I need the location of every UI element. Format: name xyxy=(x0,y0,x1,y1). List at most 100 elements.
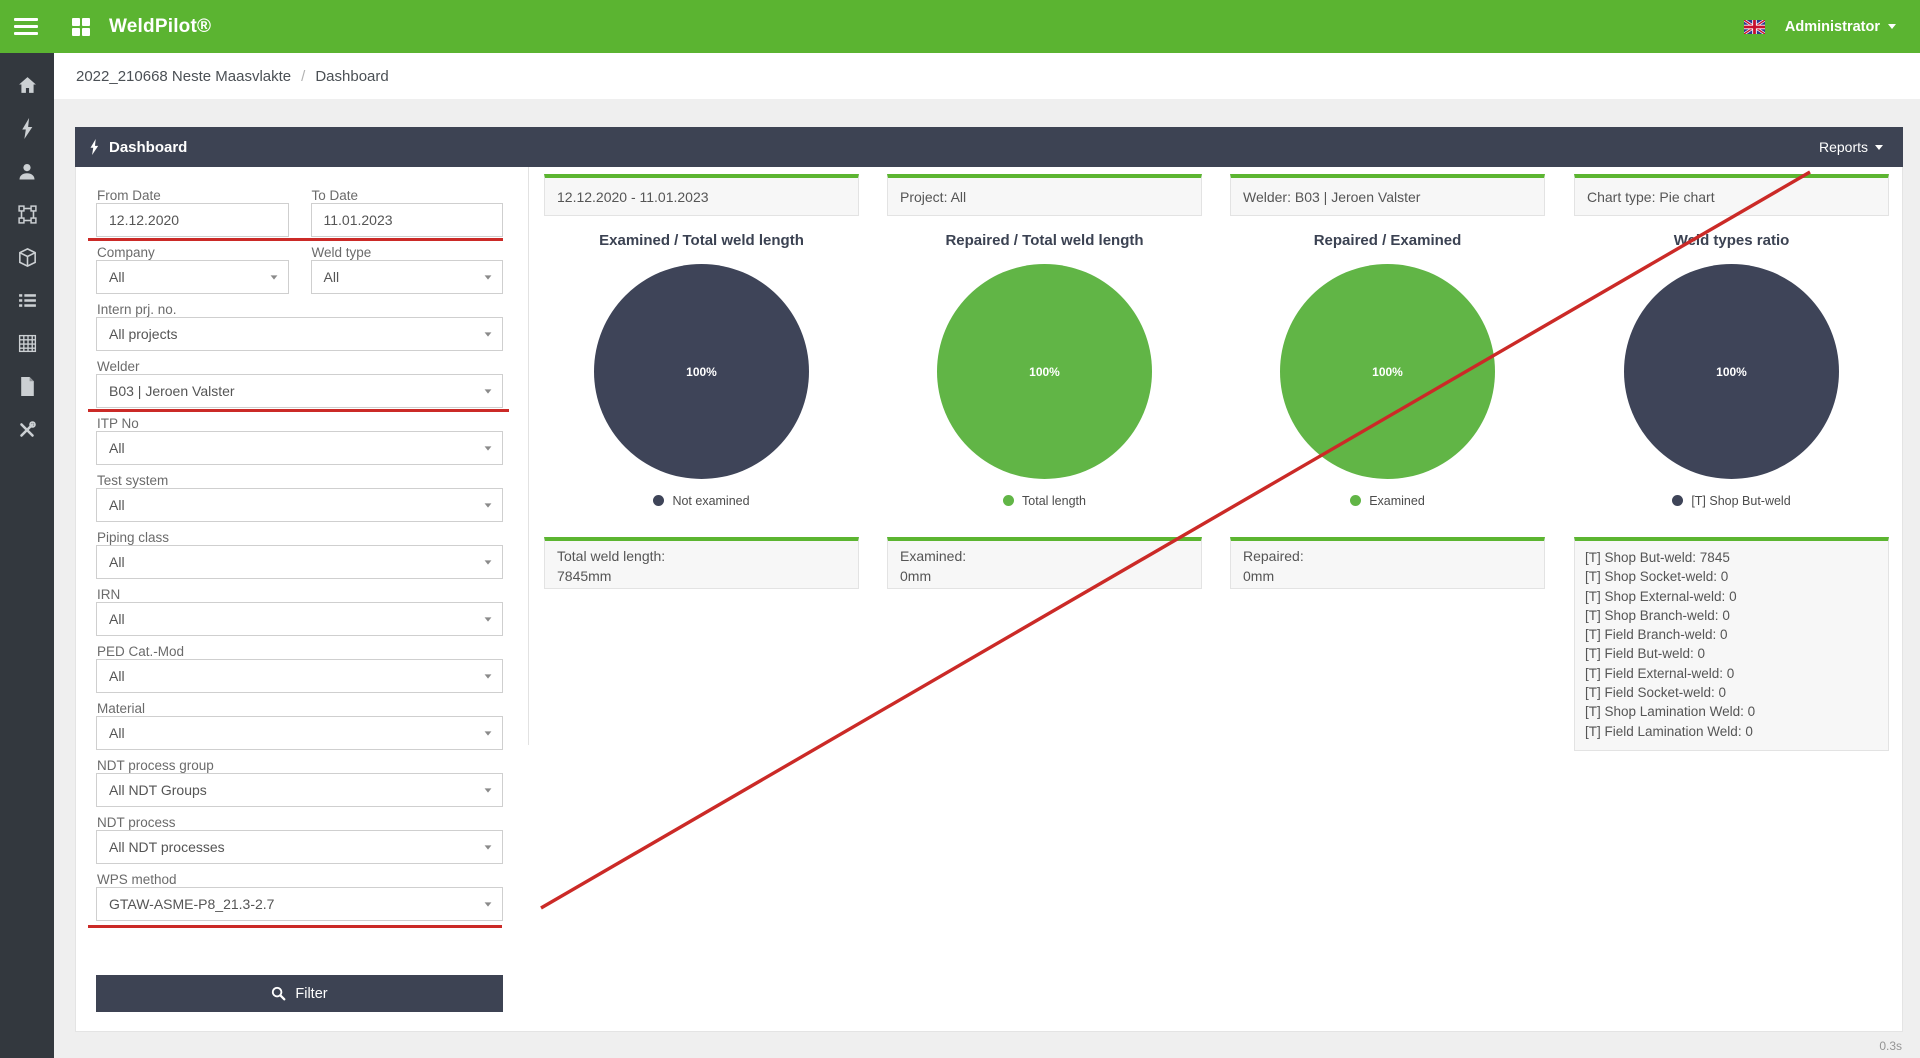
legend-label: Examined xyxy=(1369,494,1425,508)
filter-field-ndt-process: NDT process All NDT processes xyxy=(96,815,503,864)
filter-field-welder: Welder B03 | Jeroen Valster xyxy=(96,359,503,408)
legend-item[interactable]: Not examined xyxy=(544,492,859,509)
chevron-down-icon xyxy=(485,275,492,279)
breadcrumb-project-link[interactable]: 2022_210668 Neste Maasvlakte xyxy=(76,68,291,85)
reports-dropdown[interactable]: Reports xyxy=(1819,139,1883,155)
home-icon[interactable] xyxy=(0,64,54,107)
chart-title: Examined / Total weld length xyxy=(544,232,859,252)
top-navbar: WeldPilot® Administrator xyxy=(0,0,1920,53)
ndt-process-select[interactable]: All NDT processes xyxy=(96,830,503,864)
chart-title: Weld types ratio xyxy=(1574,232,1889,252)
filter-field-ped-cat-mod: PED Cat.-Mod All xyxy=(96,644,503,693)
chevron-down-icon xyxy=(270,275,277,279)
weld-type-line: [T] Field Lamination Weld: 0 xyxy=(1585,722,1878,741)
pie-percentage-label: 100% xyxy=(1716,365,1747,379)
apps-grid-icon[interactable] xyxy=(72,18,90,36)
from-date-input[interactable] xyxy=(96,203,289,237)
chevron-down-icon xyxy=(485,674,492,678)
weld-type-line: [T] Shop Socket-weld: 0 xyxy=(1585,567,1878,586)
summary-value: 0mm xyxy=(900,566,1189,586)
weld-type-line: [T] Shop External-weld: 0 xyxy=(1585,587,1878,606)
field-label: ITP No xyxy=(97,416,503,431)
chevron-down-icon xyxy=(485,503,492,507)
bolt-icon[interactable] xyxy=(0,107,54,150)
filter-field-company: Company All xyxy=(96,245,289,294)
welder-select[interactable]: B03 | Jeroen Valster xyxy=(96,374,503,408)
field-label: IRN xyxy=(97,587,503,602)
piping-class-select[interactable]: All xyxy=(96,545,503,579)
legend-label: Total length xyxy=(1022,494,1086,508)
selected-value: B03 | Jeroen Valster xyxy=(109,383,235,399)
annotation-underline-wps xyxy=(88,925,502,928)
field-label: WPS method xyxy=(97,872,503,887)
list-icon[interactable] xyxy=(0,279,54,322)
hamburger-menu-icon[interactable] xyxy=(14,14,38,40)
selected-value: All xyxy=(109,269,125,285)
field-label: Piping class xyxy=(97,530,503,545)
summary-card-examined: Examined: 0mm xyxy=(887,537,1202,589)
filter-field-ndt-process-group: NDT process group All NDT Groups xyxy=(96,758,503,807)
weld-type-line: [T] Shop Lamination Weld: 0 xyxy=(1585,702,1878,721)
selected-value: All xyxy=(109,497,125,513)
field-label: NDT process group xyxy=(97,758,503,773)
filter-field-to-date: To Date xyxy=(311,188,504,237)
info-card-date-range: 12.12.2020 - 11.01.2023 xyxy=(544,174,859,216)
filter-field-wps-method: WPS method GTAW-ASME-P8_21.3-2.7 xyxy=(96,872,503,921)
tools-icon[interactable] xyxy=(0,408,54,451)
chevron-down-icon xyxy=(485,389,492,393)
page-load-time: 0.3s xyxy=(1879,1039,1902,1053)
pie-chart-examined-total[interactable]: 100% xyxy=(594,264,809,479)
to-date-input[interactable] xyxy=(311,203,504,237)
cube-icon[interactable] xyxy=(0,236,54,279)
selected-value: All xyxy=(109,725,125,741)
intern-prj-no-select[interactable]: All projects xyxy=(96,317,503,351)
filter-field-material: Material All xyxy=(96,701,503,750)
summary-value: 7845mm xyxy=(557,566,846,586)
weld-type-select[interactable]: All xyxy=(311,260,504,294)
user-menu[interactable]: Administrator xyxy=(1785,19,1896,35)
field-label: Test system xyxy=(97,473,503,488)
pie-percentage-label: 100% xyxy=(686,365,717,379)
ped-cat-mod-select[interactable]: All xyxy=(96,659,503,693)
selected-value: All NDT processes xyxy=(109,839,225,855)
wps-method-select[interactable]: GTAW-ASME-P8_21.3-2.7 xyxy=(96,887,503,921)
user-icon[interactable] xyxy=(0,150,54,193)
info-card-text: Welder: B03 | Jeroen Valster xyxy=(1243,189,1420,205)
bolt-icon xyxy=(89,139,100,155)
ndt-process-group-select[interactable]: All NDT Groups xyxy=(96,773,503,807)
test-system-select[interactable]: All xyxy=(96,488,503,522)
selected-value: All xyxy=(109,440,125,456)
pie-chart-weld-types[interactable]: 100% xyxy=(1624,264,1839,479)
language-flag-icon[interactable] xyxy=(1744,20,1765,34)
reports-label: Reports xyxy=(1819,139,1868,155)
selected-value: All xyxy=(109,611,125,627)
weld-type-line: [T] Field External-weld: 0 xyxy=(1585,664,1878,683)
legend-item[interactable]: Total length xyxy=(887,492,1202,509)
legend-item[interactable]: [T] Shop But-weld xyxy=(1574,492,1889,509)
selection-frame-icon[interactable] xyxy=(0,193,54,236)
field-label: Welder xyxy=(97,359,503,374)
pie-chart-repaired-examined[interactable]: 100% xyxy=(1280,264,1495,479)
filter-field-piping-class: Piping class All xyxy=(96,530,503,579)
chevron-down-icon xyxy=(485,788,492,792)
itp-no-select[interactable]: All xyxy=(96,431,503,465)
dashboard-panel-header: Dashboard Reports xyxy=(75,127,1903,167)
table-grid-icon[interactable] xyxy=(0,322,54,365)
filter-field-from-date: From Date xyxy=(96,188,289,237)
info-card-text: Project: All xyxy=(900,189,966,205)
filter-field-intern-prj-no: Intern prj. no. All projects xyxy=(96,302,503,351)
summary-label: Total weld length: xyxy=(557,546,846,566)
material-select[interactable]: All xyxy=(96,716,503,750)
irn-select[interactable]: All xyxy=(96,602,503,636)
document-icon[interactable] xyxy=(0,365,54,408)
pie-chart-repaired-total[interactable]: 100% xyxy=(937,264,1152,479)
chevron-down-icon xyxy=(485,332,492,336)
chart-column-repaired-total: Project: All Repaired / Total weld lengt… xyxy=(887,167,1202,589)
field-label: To Date xyxy=(312,188,504,203)
filter-button[interactable]: Filter xyxy=(96,975,503,1012)
field-label: Company xyxy=(97,245,289,260)
selected-value: All projects xyxy=(109,326,177,342)
company-select[interactable]: All xyxy=(96,260,289,294)
legend-item[interactable]: Examined xyxy=(1230,492,1545,509)
info-card-text: Chart type: Pie chart xyxy=(1587,189,1715,205)
